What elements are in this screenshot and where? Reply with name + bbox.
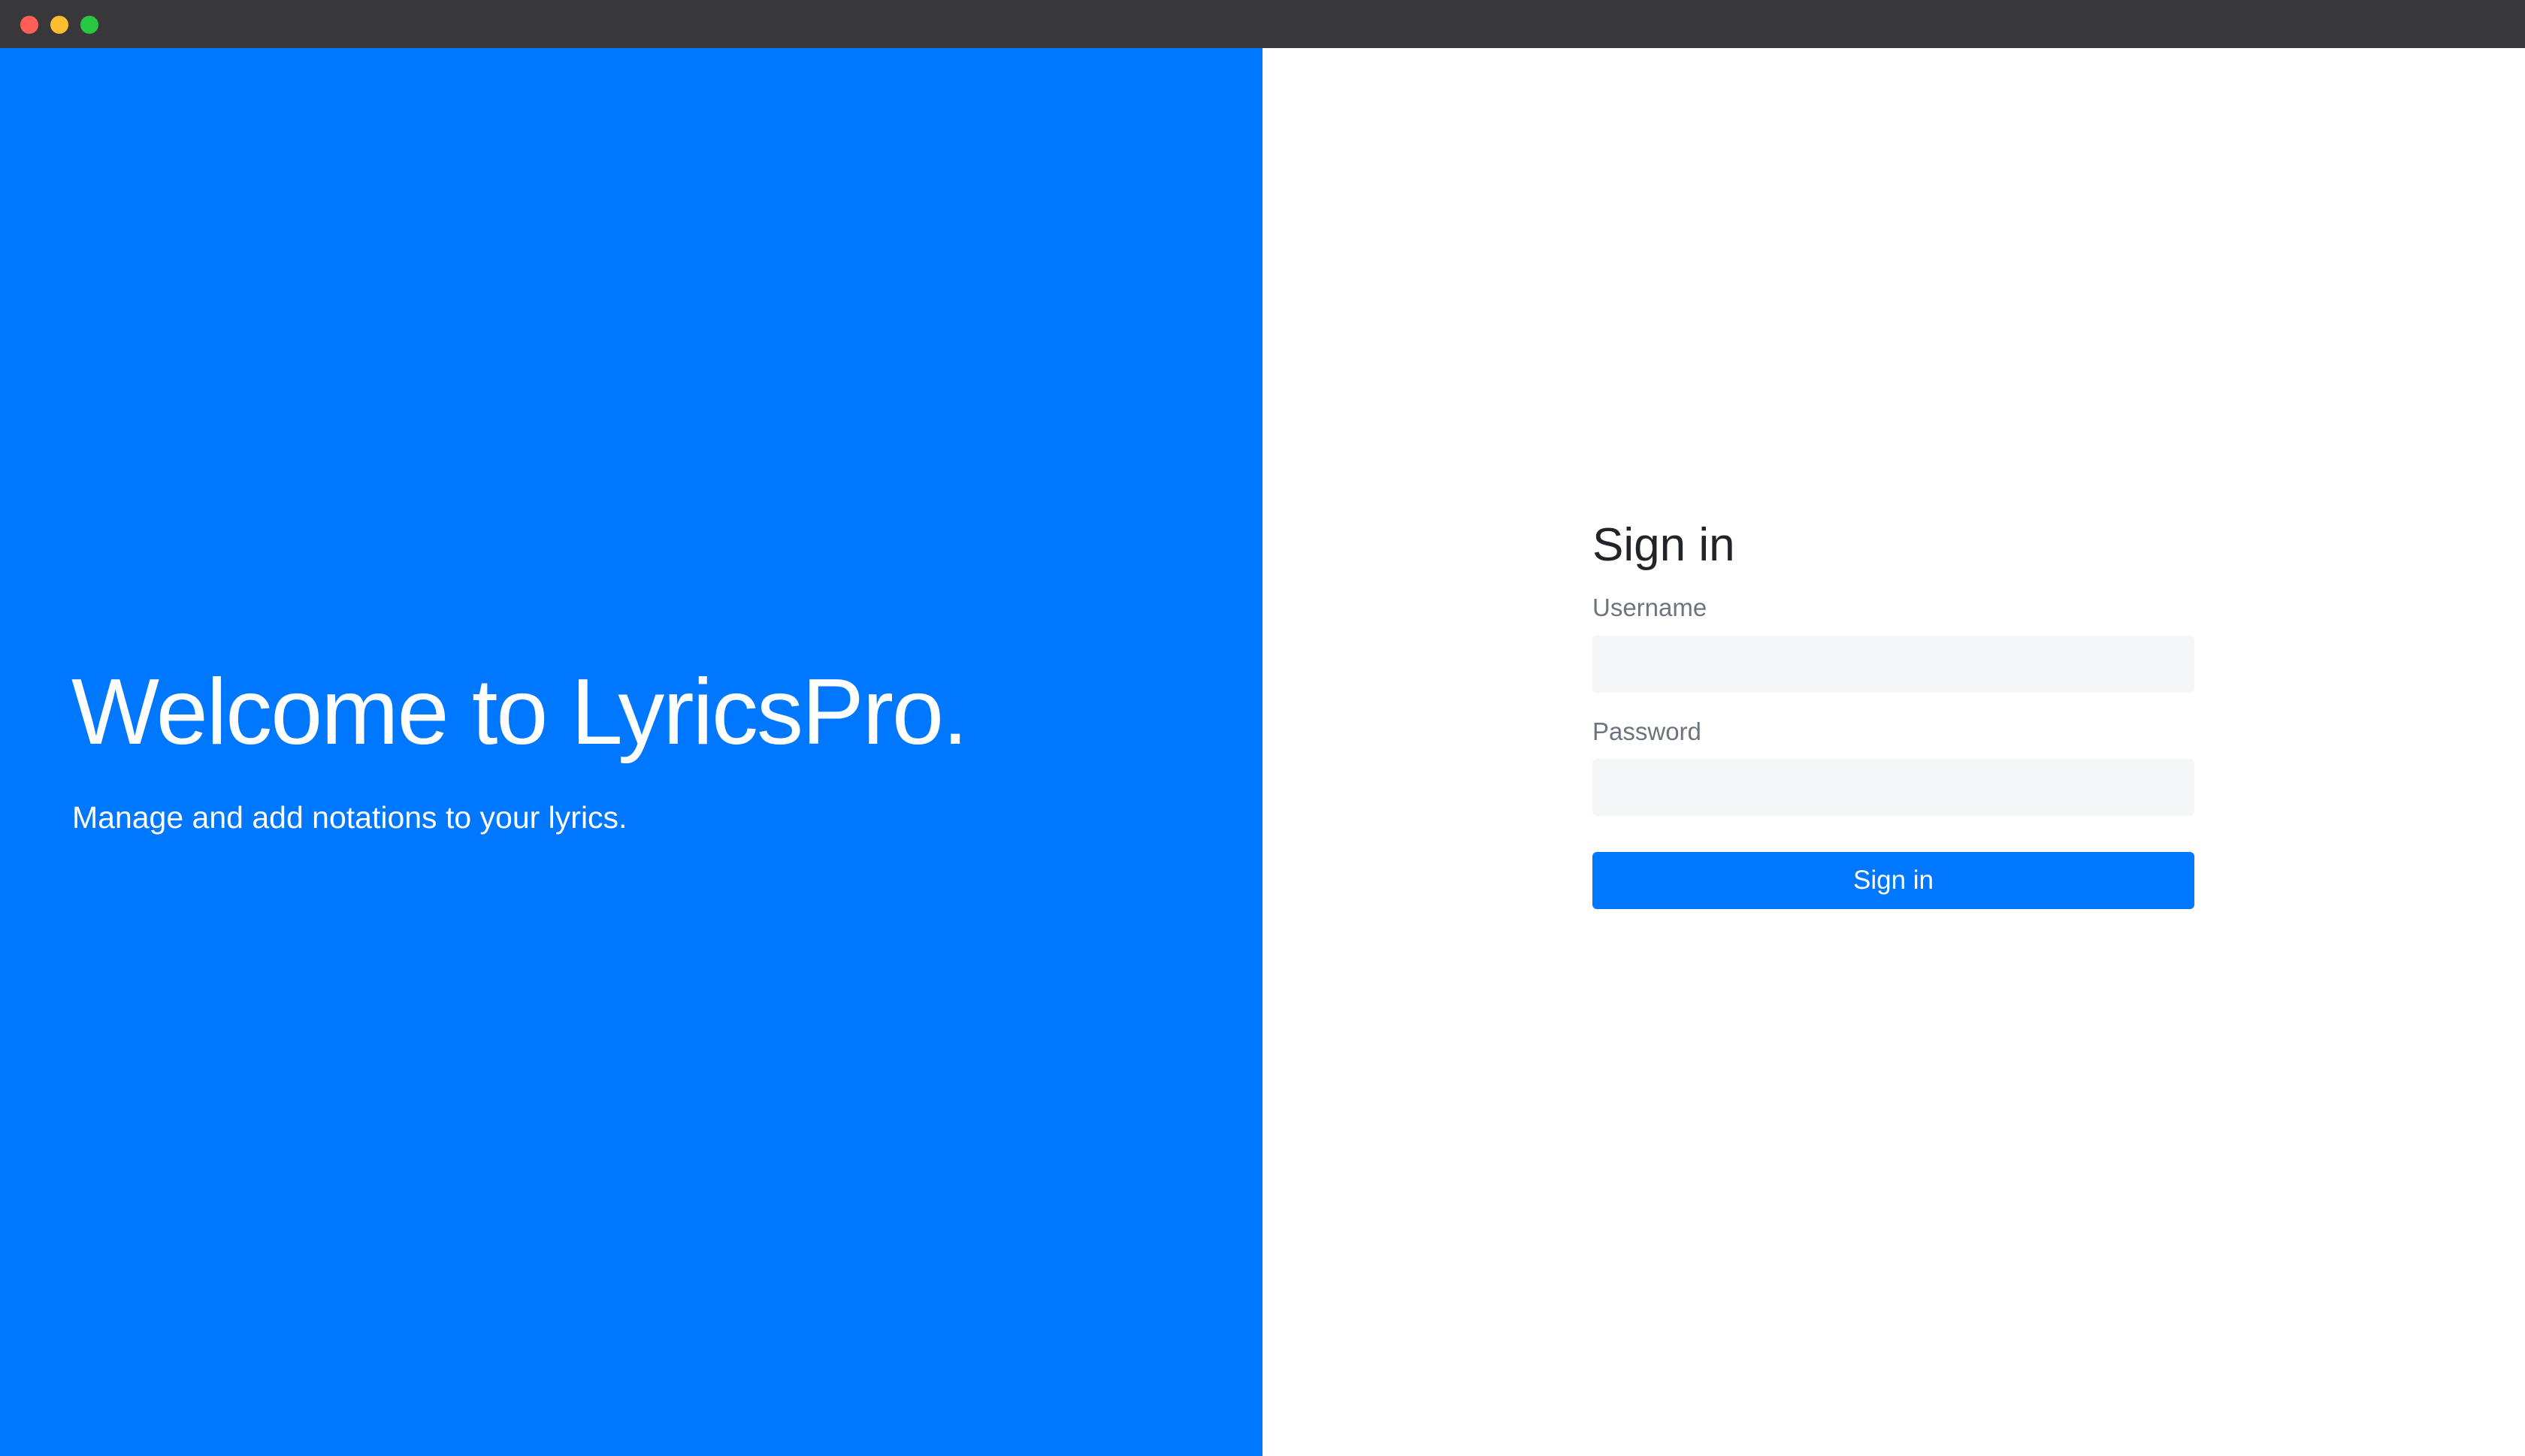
zoom-window-button[interactable] bbox=[80, 16, 98, 34]
username-label: Username bbox=[1592, 594, 1707, 621]
password-label: Password bbox=[1592, 717, 1701, 745]
signin-panel: Sign in Username Password Sign in bbox=[1262, 48, 2525, 1456]
title-bar bbox=[0, 0, 2525, 48]
close-window-button[interactable] bbox=[20, 16, 38, 34]
minimize-window-button[interactable] bbox=[50, 16, 68, 34]
signin-button[interactable]: Sign in bbox=[1592, 852, 2194, 910]
username-input[interactable] bbox=[1592, 635, 2194, 693]
password-input[interactable] bbox=[1592, 759, 2194, 817]
welcome-panel: Welcome to LyricsPro. Manage and add not… bbox=[0, 48, 1262, 1456]
app-window: Welcome to LyricsPro. Manage and add not… bbox=[0, 0, 2525, 1456]
welcome-title: Welcome to LyricsPro. bbox=[71, 660, 968, 764]
signin-title: Sign in bbox=[1592, 519, 1735, 571]
welcome-subtitle: Manage and add notations to your lyrics. bbox=[72, 800, 627, 835]
signin-form: Sign in Username Password Sign in bbox=[1592, 518, 2194, 910]
